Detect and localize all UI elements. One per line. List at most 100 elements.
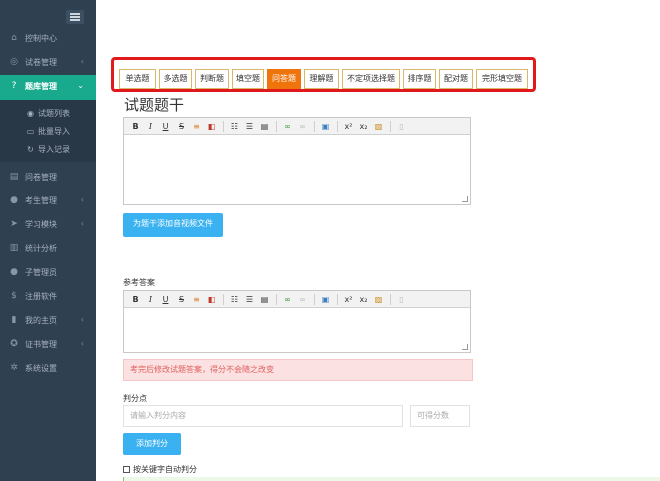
unordered-list-icon[interactable]: ☰	[244, 121, 255, 132]
source-icon[interactable]: ▯	[396, 121, 407, 132]
bold-icon[interactable]: B	[130, 294, 141, 305]
type-fill-blank[interactable]: 填空题	[232, 69, 264, 89]
keyword-scoring-checkbox[interactable]	[123, 466, 130, 473]
text-color-icon[interactable]: ≡	[191, 121, 202, 132]
submenu-label: 试题列表	[38, 109, 70, 118]
main-content: 单选题 多选题 判断题 填空题 问答题 理解题 不定项选择题 排序题 配对题 完…	[96, 0, 660, 481]
subscript-icon[interactable]: x₂	[358, 294, 369, 305]
user-icon: ●	[10, 267, 18, 277]
type-essay[interactable]: 问答题	[267, 69, 301, 89]
underline-icon[interactable]: U	[160, 294, 171, 305]
answer-warning: 考完后修改试题答案，得分不会随之改变	[123, 359, 473, 381]
add-media-button[interactable]: 为题干添加音视频文件	[123, 213, 223, 237]
nav-label: 注册软件	[25, 292, 57, 301]
scoring-label: 判分点	[123, 394, 147, 403]
gear-icon: ✲	[10, 363, 18, 373]
chevron-left-icon: ‹	[80, 315, 84, 324]
certificate-icon: ✪	[10, 339, 18, 349]
editor-toolbar: B I U S ≡ ◧ ☷ ☰ ▤ ∞ ∞ ▣ x² x₂ ▨ ▯	[124, 291, 470, 308]
nav-label: 问卷管理	[25, 173, 57, 182]
nav-label: 考生管理	[25, 196, 57, 205]
type-comprehension[interactable]: 理解题	[304, 69, 339, 89]
text-color-icon[interactable]: ≡	[191, 294, 202, 305]
type-multiple-choice[interactable]: 多选题	[159, 69, 192, 89]
nav-item-exam-management[interactable]: ◎ 试卷管理 ‹	[0, 51, 96, 75]
stem-editor[interactable]: B I U S ≡ ◧ ☷ ☰ ▤ ∞ ∞ ▣ x² x₂ ▨ ▯	[123, 117, 471, 205]
align-icon[interactable]: ▤	[259, 294, 270, 305]
chevron-down-icon: ⌄	[77, 81, 84, 90]
superscript-icon[interactable]: x²	[343, 294, 354, 305]
highlight-icon[interactable]: ◧	[206, 294, 217, 305]
unordered-list-icon[interactable]: ☰	[244, 294, 255, 305]
keyword-scoring-label: 按关键字自动判分	[133, 465, 197, 474]
strikethrough-icon[interactable]: S	[176, 121, 187, 132]
resize-handle-icon[interactable]	[462, 344, 468, 350]
nav-item-examinee-management[interactable]: ● 考生管理 ‹	[0, 189, 96, 213]
nav-label: 证书管理	[25, 340, 57, 349]
ordered-list-icon[interactable]: ☷	[229, 294, 240, 305]
link-icon[interactable]: ∞	[282, 294, 293, 305]
nav-item-question-bank[interactable]: ? 题库管理 ⌄	[0, 75, 96, 100]
ordered-list-icon[interactable]: ☷	[229, 121, 240, 132]
editor-toolbar: B I U S ≡ ◧ ☷ ☰ ▤ ∞ ∞ ▣ x² x₂ ▨ ▯	[124, 118, 470, 135]
type-ordering[interactable]: 排序题	[403, 69, 436, 89]
menu-toggle-icon[interactable]	[66, 10, 84, 24]
nav-item-statistics[interactable]: ▥ 统计分析	[0, 237, 96, 261]
chevron-left-icon: ‹	[80, 195, 84, 204]
question-circle-icon: ?	[11, 81, 17, 91]
paste-icon[interactable]: ▨	[373, 294, 384, 305]
nav-item-sub-admins[interactable]: ● 子管理员	[0, 261, 96, 285]
italic-icon[interactable]: I	[145, 121, 156, 132]
scoring-content-input[interactable]: 请输入判分内容	[123, 405, 403, 427]
answer-label: 参考答案	[123, 278, 155, 287]
type-matching[interactable]: 配对题	[439, 69, 473, 89]
submenu-label: 导入记录	[38, 145, 70, 154]
superscript-icon[interactable]: x²	[343, 121, 354, 132]
submenu-item-question-list[interactable]: ◉ 试题列表	[0, 106, 96, 121]
align-icon[interactable]: ▤	[259, 121, 270, 132]
chevron-left-icon: ‹	[80, 57, 84, 66]
unlink-icon[interactable]: ∞	[297, 121, 308, 132]
dollar-icon: $	[11, 291, 17, 301]
italic-icon[interactable]: I	[145, 294, 156, 305]
submenu-item-batch-import[interactable]: ▭ 批量导入	[0, 124, 96, 139]
user-icon: ●	[10, 195, 18, 205]
unlink-icon[interactable]: ∞	[297, 294, 308, 305]
nav-label: 学习模块	[25, 220, 57, 229]
nav-item-survey-management[interactable]: ▤ 问卷管理	[0, 166, 96, 190]
type-single-choice[interactable]: 单选题	[119, 69, 156, 89]
add-scoring-button[interactable]: 添加判分	[123, 433, 181, 455]
image-icon[interactable]: ▣	[320, 294, 331, 305]
nav-label: 我的主页	[25, 316, 57, 325]
stem-title: 试题题干	[124, 96, 185, 114]
list-icon: ◉	[27, 109, 34, 118]
nav-item-learning-module[interactable]: ➤ 学习模块 ‹	[0, 213, 96, 237]
highlight-icon[interactable]: ◧	[206, 121, 217, 132]
type-cloze[interactable]: 完形填空题	[476, 69, 528, 89]
underline-icon[interactable]: U	[160, 121, 171, 132]
paste-icon[interactable]: ▨	[373, 121, 384, 132]
nav-item-certificate-management[interactable]: ✪ 证书管理 ‹	[0, 333, 96, 357]
answer-editor[interactable]: B I U S ≡ ◧ ☷ ☰ ▤ ∞ ∞ ▣ x² x₂ ▨ ▯	[123, 290, 471, 353]
nav-item-system-settings[interactable]: ✲ 系统设置	[0, 357, 96, 381]
sidebar: ⌂ 控制中心 ◎ 试卷管理 ‹ ? 题库管理 ⌄ ◉ 试题列表 ▭ 批量导入 ↻…	[0, 0, 96, 481]
nav-item-control-center[interactable]: ⌂ 控制中心	[0, 27, 96, 51]
resize-handle-icon[interactable]	[462, 196, 468, 202]
keyword-panel	[123, 477, 660, 481]
check-circle-icon: ◎	[10, 57, 18, 67]
type-indefinite-choice[interactable]: 不定项选择题	[342, 69, 400, 89]
subscript-icon[interactable]: x₂	[358, 121, 369, 132]
question-type-bar: 单选题 多选题 判断题 填空题 问答题 理解题 不定项选择题 排序题 配对题 完…	[111, 57, 536, 92]
nav-item-register-software[interactable]: $ 注册软件	[0, 285, 96, 309]
source-icon[interactable]: ▯	[396, 294, 407, 305]
nav-item-my-homepage[interactable]: ▮ 我的主页 ‹	[0, 309, 96, 333]
strikethrough-icon[interactable]: S	[176, 294, 187, 305]
score-input[interactable]: 可得分数	[410, 405, 470, 427]
type-true-false[interactable]: 判断题	[195, 69, 229, 89]
paper-plane-icon: ➤	[10, 219, 18, 229]
image-icon[interactable]: ▣	[320, 121, 331, 132]
submenu-item-import-records[interactable]: ↻ 导入记录	[0, 142, 96, 157]
link-icon[interactable]: ∞	[282, 121, 293, 132]
nav-label: 试卷管理	[25, 58, 57, 67]
bold-icon[interactable]: B	[130, 121, 141, 132]
